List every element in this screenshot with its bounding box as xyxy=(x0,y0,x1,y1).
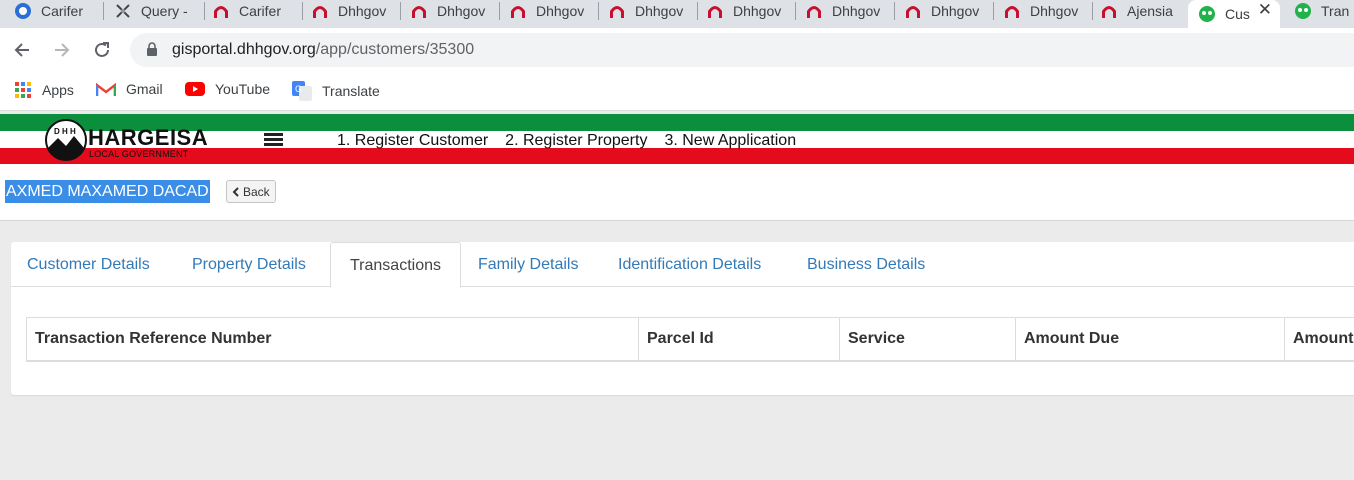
browser-tab[interactable]: Dhhgov xyxy=(706,0,796,22)
bookmark-gmail[interactable]: Gmail xyxy=(96,81,163,97)
tab-business-details[interactable]: Business Details xyxy=(807,242,925,286)
browser-tab-label: Dhhgov xyxy=(733,3,782,19)
browser-tab[interactable]: Dhhgov xyxy=(509,0,599,22)
tab-customer-details[interactable]: Customer Details xyxy=(27,242,150,286)
site-logo[interactable]: D H H HARGEISA LOCAL GOVERNMENT xyxy=(44,118,208,162)
page-content: D H H HARGEISA LOCAL GOVERNMENT 1. Regis… xyxy=(0,111,1354,480)
browser-tab-label: Dhhgov xyxy=(635,3,684,19)
browser-tab[interactable]: Dhhgov xyxy=(410,0,500,22)
browser-tab[interactable]: Tran xyxy=(1294,0,1354,22)
arch-red-icon xyxy=(805,2,823,20)
detail-tabs: Customer Details Property Details Transa… xyxy=(11,242,1354,288)
green-logo-icon xyxy=(1198,5,1216,23)
browser-tab[interactable]: Dhhgov xyxy=(904,0,994,22)
site-banner: D H H HARGEISA LOCAL GOVERNMENT 1. Regis… xyxy=(0,114,1354,166)
browser-tab-label: Dhhgov xyxy=(832,3,881,19)
customer-details-card: Customer Details Property Details Transa… xyxy=(11,242,1354,395)
browser-tab[interactable]: Dhhgov xyxy=(608,0,698,22)
main-nav: 1. Register Customer 2. Register Propert… xyxy=(337,132,796,150)
tab-identification-details[interactable]: Identification Details xyxy=(618,242,761,286)
lock-icon[interactable] xyxy=(146,42,158,62)
hamburger-menu-icon[interactable] xyxy=(264,133,283,147)
browser-tab-label: Cus xyxy=(1225,6,1250,22)
browser-tab-label: Ajensia xyxy=(1127,3,1173,19)
apps-grid-icon xyxy=(14,81,32,99)
logo-subtitle: LOCAL GOVERNMENT xyxy=(89,149,189,159)
browser-tab-label: Tran xyxy=(1321,3,1350,19)
browser-tab[interactable]: Query - xyxy=(114,0,205,22)
browser-tab[interactable]: Carifer xyxy=(14,0,104,22)
browser-tab-active[interactable]: Cus ✕ xyxy=(1188,0,1280,28)
browser-tab-label: Query - xyxy=(141,3,188,19)
bookmark-label: YouTube xyxy=(215,81,271,97)
bookmark-youtube[interactable]: YouTube xyxy=(185,81,270,97)
browser-tab-label: Carifer xyxy=(41,3,84,19)
browser-tab-label: Carifer xyxy=(239,3,282,19)
column-header[interactable]: Parcel Id xyxy=(638,318,839,360)
nav-new-application[interactable]: 3. New Application xyxy=(664,132,796,150)
green-logo-icon xyxy=(1294,2,1312,20)
forward-arrow-icon[interactable] xyxy=(48,36,76,64)
browser-toolbar: gisportal.dhhgov.org/app/customers/35300 xyxy=(0,28,1354,72)
tab-transactions[interactable]: Transactions xyxy=(330,242,461,288)
chevron-left-icon xyxy=(232,186,239,197)
browser-tab-label: Dhhgov xyxy=(931,3,980,19)
column-header[interactable]: Amount xyxy=(1284,318,1354,360)
arch-red-icon xyxy=(1003,2,1021,20)
tab-property-details[interactable]: Property Details xyxy=(192,242,306,286)
svg-text:D H H: D H H xyxy=(54,127,76,136)
arch-red-icon xyxy=(410,2,428,20)
logo-title: HARGEISA xyxy=(88,125,209,150)
column-header[interactable]: Service xyxy=(839,318,1015,360)
browser-tab-strip: Carifer Query - Carifer Dhhgov Dhhgov Dh… xyxy=(0,0,1354,28)
browser-tab-label: Dhhgov xyxy=(437,3,486,19)
customer-name: AXMED MAXAMED DACAD xyxy=(5,180,210,203)
transactions-table: Transaction Reference Number Parcel Id S… xyxy=(26,317,1354,362)
arch-red-icon xyxy=(212,2,230,20)
url-text: gisportal.dhhgov.org/app/customers/35300 xyxy=(172,41,475,58)
bookmarks-bar: Apps Gmail YouTube G Translate xyxy=(0,72,1354,111)
browser-tab[interactable]: Dhhgov xyxy=(1003,0,1093,22)
browser-tab[interactable]: Dhhgov xyxy=(311,0,401,22)
browser-tab[interactable]: Ajensia xyxy=(1100,0,1186,22)
column-header[interactable]: Amount Due xyxy=(1015,318,1284,360)
arch-red-icon xyxy=(311,2,329,20)
column-header[interactable]: Transaction Reference Number xyxy=(26,318,638,360)
address-bar[interactable]: gisportal.dhhgov.org/app/customers/35300 xyxy=(130,33,1354,67)
browser-tab-label: Dhhgov xyxy=(1030,3,1079,19)
svg-text:G: G xyxy=(295,84,302,94)
customer-header: AXMED MAXAMED DACAD Back xyxy=(0,166,1354,221)
bookmark-translate[interactable]: G Translate xyxy=(292,81,380,101)
arch-red-icon xyxy=(509,2,527,20)
arch-red-icon xyxy=(706,2,724,20)
arch-red-icon xyxy=(608,2,626,20)
circle-blue-icon xyxy=(14,2,32,20)
back-button[interactable]: Back xyxy=(226,180,276,203)
youtube-icon xyxy=(185,82,205,96)
browser-tab[interactable]: Dhhgov xyxy=(805,0,895,22)
hargeisa-emblem-icon: D H H xyxy=(45,119,87,161)
bookmark-apps[interactable]: Apps xyxy=(14,81,74,99)
gmail-icon xyxy=(96,82,116,97)
back-arrow-icon[interactable] xyxy=(8,36,36,64)
arch-red-icon xyxy=(904,2,922,20)
browser-tab[interactable]: Carifer xyxy=(212,0,303,22)
bookmark-label: Apps xyxy=(42,82,74,98)
translate-icon: G xyxy=(292,81,312,101)
close-tab-icon[interactable]: ✕ xyxy=(1258,0,1272,20)
nav-register-customer[interactable]: 1. Register Customer xyxy=(337,132,488,150)
back-button-label: Back xyxy=(243,184,270,199)
browser-tab-label: Dhhgov xyxy=(338,3,387,19)
browser-tab-label: Dhhgov xyxy=(536,3,585,19)
nav-register-property[interactable]: 2. Register Property xyxy=(505,132,647,150)
bookmark-label: Translate xyxy=(322,83,380,99)
query-x-icon xyxy=(114,2,132,20)
reload-icon[interactable] xyxy=(88,36,116,64)
bookmark-label: Gmail xyxy=(126,81,163,97)
arch-red-icon xyxy=(1100,2,1118,20)
tab-family-details[interactable]: Family Details xyxy=(478,242,578,286)
